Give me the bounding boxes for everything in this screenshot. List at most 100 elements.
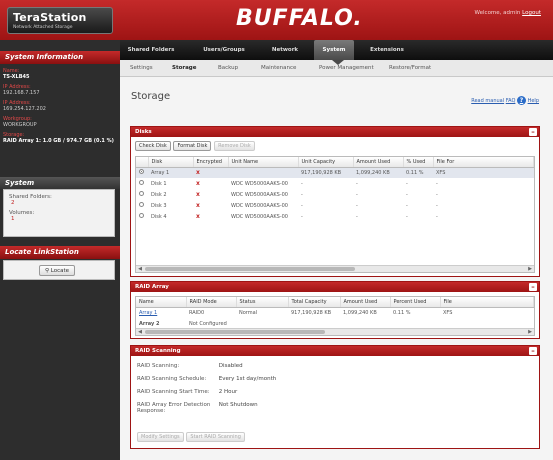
tab-shared-folders[interactable]: Shared Folders [124,40,178,60]
col-encrypted[interactable]: Encrypted [193,157,229,168]
radio-button[interactable] [139,180,144,185]
col-percent-used[interactable]: % Used [403,157,434,168]
collapse-icon[interactable]: – [529,128,537,136]
help-icon[interactable]: ? [517,96,526,105]
radio-button[interactable] [139,202,144,207]
array-link[interactable]: Array 1 [139,310,157,316]
unit-name: WDC WD5000AAKS-00 [231,180,288,187]
table-row[interactable]: Disk 4 x WDC WD5000AAKS-00 - - - - [136,211,534,222]
col-total-capacity[interactable]: Total Capacity [288,297,341,308]
welcome-text: Welcome, admin [474,10,521,16]
remove-disk-button[interactable]: Remove Disk [214,141,255,151]
scanning-value: Disabled [218,363,243,369]
tab-system[interactable]: System [314,40,354,60]
disks-title: Disks [135,129,152,135]
col-raid-mode[interactable]: RAID Mode [186,297,237,308]
col-file[interactable]: File [440,297,534,308]
col-unit-capacity[interactable]: Unit Capacity [298,157,354,168]
radio-button[interactable] [139,213,144,218]
col-select [136,157,149,168]
scanning-start-label: RAID Scanning Start Time: [137,389,210,395]
volumes-count[interactable]: 1 [11,216,109,222]
col-amount-used[interactable]: Amount Used [340,297,391,308]
amount-used: - [356,180,358,187]
unit-capacity: - [301,191,303,198]
scanning-schedule-label: RAID Scanning Schedule: [137,376,207,382]
faq-link[interactable]: FAQ [506,98,516,104]
shared-folders-count[interactable]: 2 [11,200,109,206]
logo-subtitle: Network Attached Storage [13,25,73,30]
disks-buttons: Check Disk Format Disk Remove Disk [135,141,256,151]
scroll-left-icon[interactable]: ◀ [137,329,143,335]
unit-capacity: - [301,180,303,187]
subtab-maintenance[interactable]: Maintenance [261,60,296,77]
scroll-right-icon[interactable]: ▶ [527,329,533,335]
radio-button[interactable] [139,169,144,175]
total-capacity: 917,190,928 KB [291,309,332,316]
subtab-power-management[interactable]: Power Management [319,60,374,77]
subtab-storage[interactable]: Storage [172,60,196,77]
row-select [136,189,148,200]
file-format: XFS [433,167,534,178]
disk-name: Disk 3 [151,202,167,209]
disks-table-wrap: Disk Encrypted Unit Name Unit Capacity A… [135,156,535,273]
horizontal-scrollbar[interactable]: ◀ ▶ [136,265,534,272]
scroll-thumb[interactable] [145,330,325,334]
table-row[interactable]: Disk 2 x WDC WD5000AAKS-00 - - - - [136,189,534,200]
not-encrypted-icon: x [196,180,200,187]
unit-name: WDC WD5000AAKS-00 [231,213,288,220]
tab-users-groups[interactable]: Users/Groups [198,40,250,60]
tab-extensions[interactable]: Extensions [364,40,410,60]
disks-panel: Disks – Check Disk Format Disk Remove Di… [130,126,540,277]
col-percent-used[interactable]: Percent Used [390,297,441,308]
modify-settings-button[interactable]: Modify Settings [137,432,184,442]
scroll-left-icon[interactable]: ◀ [137,266,143,272]
col-disk[interactable]: Disk [148,157,194,168]
radio-button[interactable] [139,191,144,196]
subtab-settings[interactable]: Settings [130,60,153,77]
col-amount-used[interactable]: Amount Used [353,157,404,168]
read-manual-link[interactable]: Read manual [471,98,504,104]
disk-name: Disk 4 [151,213,167,220]
col-status[interactable]: Status [236,297,289,308]
encrypted-cell: x [193,178,228,189]
array-name[interactable]: Array 1 [136,307,186,318]
percent-used: 0.11 % [393,309,411,316]
not-encrypted-icon: x [196,202,200,209]
table-row[interactable]: Array 1 RAID0 Normal 917,190,928 KB 1,09… [136,307,534,318]
file-format: - [436,213,438,220]
table-row[interactable]: Disk 3 x WDC WD5000AAKS-00 - - - - [136,200,534,211]
file-format: - [436,180,438,187]
horizontal-scrollbar[interactable]: ◀ ▶ [136,328,534,335]
tab-network[interactable]: Network [266,40,304,60]
disk-name: Array 1 [148,167,193,178]
col-file-format[interactable]: File For [433,157,534,168]
check-disk-button[interactable]: Check Disk [135,141,171,151]
scroll-right-icon[interactable]: ▶ [527,266,533,272]
file-format: - [436,191,438,198]
collapse-icon[interactable]: – [529,283,537,291]
error-response-value: Not Shutdown [218,402,258,408]
locate-button[interactable]: ⚲ Locate [39,265,75,276]
table-row[interactable]: Disk 1 x WDC WD5000AAKS-00 - - - - [136,178,534,189]
scroll-thumb[interactable] [145,267,355,271]
col-name[interactable]: Name [136,297,187,308]
table-row[interactable]: Array 1 x 917,190,928 KB 1,099,240 KB 0.… [136,167,534,178]
row-select [136,178,148,189]
start-raid-scanning-button[interactable]: Start RAID Scanning [186,432,245,442]
sub-nav: Settings Storage Backup Maintenance Powe… [120,60,553,77]
logout-link[interactable]: Logout [522,10,541,16]
file-format: - [436,202,438,209]
not-encrypted-icon: x [196,213,200,220]
raid-scanning-header: RAID Scanning – [131,346,539,356]
col-unit-name[interactable]: Unit Name [228,157,299,168]
subtab-backup[interactable]: Backup [218,60,238,77]
collapse-icon[interactable]: – [529,347,537,355]
percent-used: 0.11 % [403,167,433,178]
welcome-area: Welcome, admin Logout [475,10,541,16]
help-link[interactable]: Help [528,98,539,104]
encrypted-cell: x [193,167,228,178]
unit-name [228,167,298,178]
format-disk-button[interactable]: Format Disk [173,141,212,151]
subtab-restore-format[interactable]: Restore/Format [389,60,431,77]
